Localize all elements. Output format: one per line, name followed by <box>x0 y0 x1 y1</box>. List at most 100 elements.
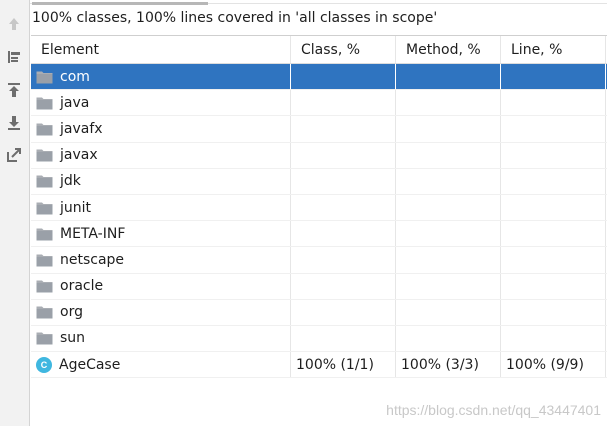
folder-icon <box>36 96 53 110</box>
element-cell: org <box>31 299 291 325</box>
class-icon: C <box>36 356 52 373</box>
line-coverage-cell <box>501 90 606 116</box>
navigate-icon[interactable] <box>4 145 24 165</box>
folder-icon <box>36 331 53 345</box>
line-coverage-cell <box>501 221 606 247</box>
element-name: javax <box>60 147 98 164</box>
class-coverage-cell <box>291 194 396 221</box>
class-coverage-cell <box>291 273 396 299</box>
method-coverage-cell <box>396 194 501 221</box>
element-name: javafx <box>60 120 103 137</box>
column-header-element[interactable]: Element <box>31 36 291 63</box>
method-coverage-cell <box>396 64 501 90</box>
class-coverage-cell <box>291 90 396 116</box>
folder-icon <box>36 305 53 319</box>
class-coverage-cell <box>291 116 396 142</box>
element-cell: javax <box>31 142 291 168</box>
element-cell: sun <box>31 325 291 352</box>
folder-icon <box>36 253 53 267</box>
element-cell: com <box>31 64 291 90</box>
class-coverage-cell <box>291 64 396 90</box>
table-header: Element Class, % Method, % Line, % <box>31 36 607 64</box>
line-coverage-cell <box>501 168 606 194</box>
method-coverage-cell <box>396 142 501 168</box>
class-coverage-cell <box>291 325 396 352</box>
folder-icon <box>36 148 53 162</box>
element-cell: C AgeCase <box>31 352 291 378</box>
element-name: java <box>60 94 90 111</box>
table-row[interactable]: com <box>31 64 607 91</box>
table-row[interactable]: org <box>31 299 607 326</box>
table-row[interactable]: C AgeCase 100% (1/1) 100% (3/3) 100% (9/9) <box>31 352 607 379</box>
coverage-table: Element Class, % Method, % Line, % com ja… <box>31 35 607 426</box>
element-name: AgeCase <box>59 356 121 373</box>
element-name: junit <box>60 199 92 216</box>
folder-icon <box>36 201 53 215</box>
element-cell: jdk <box>31 168 291 194</box>
element-cell: oracle <box>31 273 291 299</box>
folder-icon <box>36 174 53 188</box>
element-cell: junit <box>31 194 291 221</box>
method-coverage-cell <box>396 90 501 116</box>
column-header-class[interactable]: Class, % <box>291 36 396 63</box>
column-header-line[interactable]: Line, % <box>501 36 606 63</box>
table-row[interactable]: junit <box>31 194 607 222</box>
method-coverage-cell <box>396 247 501 273</box>
method-coverage-cell <box>396 221 501 247</box>
folder-icon <box>36 227 53 241</box>
class-coverage-cell <box>291 142 396 168</box>
class-coverage-cell <box>291 168 396 194</box>
line-coverage-cell <box>501 273 606 299</box>
folder-icon <box>36 122 53 136</box>
table-row[interactable]: javafx <box>31 116 607 143</box>
table-row[interactable]: java <box>31 90 607 117</box>
class-icon-letter: C <box>36 356 52 373</box>
line-coverage-cell: 100% (9/9) <box>501 352 606 378</box>
folder-icon <box>36 70 53 84</box>
element-name: META-INF <box>60 225 126 242</box>
method-coverage-cell <box>396 325 501 352</box>
line-coverage-cell <box>501 116 606 142</box>
method-coverage-cell <box>396 168 501 194</box>
table-row[interactable]: sun <box>31 325 607 353</box>
element-cell: netscape <box>31 247 291 273</box>
line-coverage-cell <box>501 299 606 325</box>
element-cell: META-INF <box>31 221 291 247</box>
table-row[interactable]: oracle <box>31 273 607 300</box>
table-row[interactable]: META-INF <box>31 221 607 248</box>
method-coverage-cell: 100% (3/3) <box>396 352 501 378</box>
column-header-method[interactable]: Method, % <box>396 36 501 63</box>
coverage-summary: 100% classes, 100% lines covered in 'all… <box>32 10 438 26</box>
class-coverage-cell <box>291 299 396 325</box>
class-coverage-cell <box>291 247 396 273</box>
element-name: com <box>60 68 90 85</box>
method-coverage-cell <box>396 273 501 299</box>
scroll-up-icon[interactable] <box>4 14 24 34</box>
import-icon[interactable] <box>4 113 24 133</box>
table-row[interactable]: jdk <box>31 168 607 195</box>
table-row[interactable]: javax <box>31 142 607 169</box>
element-name: org <box>60 304 83 321</box>
table-body: com java javafx javax jdk junit META-INF netsca… <box>31 64 607 379</box>
element-cell: java <box>31 90 291 116</box>
method-coverage-cell <box>396 116 501 142</box>
class-coverage-cell <box>291 221 396 247</box>
method-coverage-cell <box>396 299 501 325</box>
watermark: https://blog.csdn.net/qq_43447401 <box>386 402 601 418</box>
line-coverage-cell <box>501 142 606 168</box>
line-coverage-cell <box>501 247 606 273</box>
export-icon[interactable] <box>4 80 24 100</box>
element-name: sun <box>60 330 86 347</box>
element-name: oracle <box>60 278 104 295</box>
element-cell: javafx <box>31 116 291 142</box>
table-row[interactable]: netscape <box>31 247 607 274</box>
element-name: jdk <box>60 173 81 190</box>
line-coverage-cell <box>501 325 606 352</box>
class-coverage-cell: 100% (1/1) <box>291 352 396 378</box>
line-coverage-cell <box>501 64 606 90</box>
coverage-panel: 100% classes, 100% lines covered in 'all… <box>0 0 607 426</box>
flatten-packages-icon[interactable] <box>4 47 24 67</box>
element-name: netscape <box>60 251 125 268</box>
coverage-toolbar <box>0 0 30 426</box>
folder-icon <box>36 279 53 293</box>
